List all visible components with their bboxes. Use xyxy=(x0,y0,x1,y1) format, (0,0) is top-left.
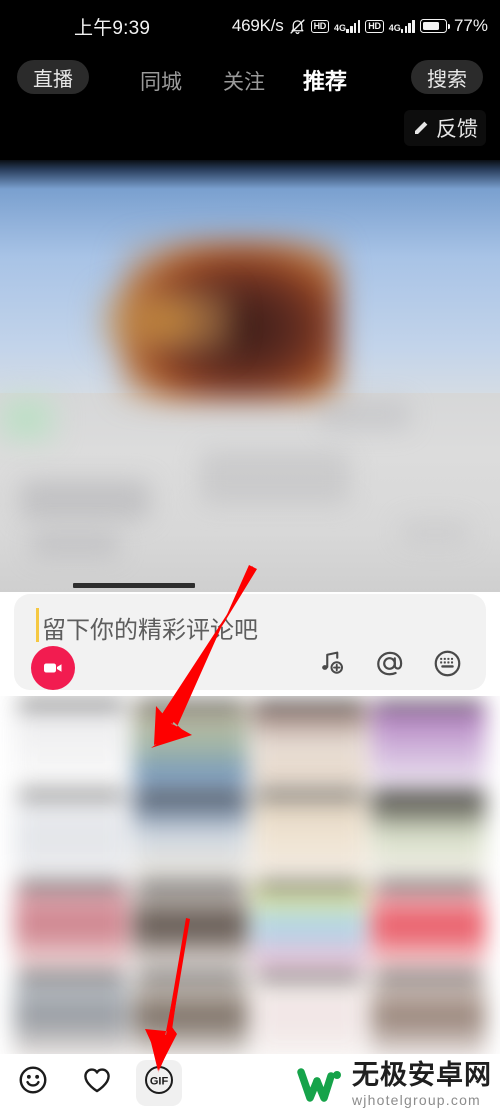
gif-cell[interactable] xyxy=(252,882,367,969)
nav-live-button[interactable]: 直播 xyxy=(17,60,89,94)
gif-cell[interactable] xyxy=(371,882,486,969)
video-blur-patch xyxy=(400,520,470,544)
video-comment-button[interactable] xyxy=(31,646,75,690)
phone-screen: 上午9:39 469K/s HD 4G HD 4G 77% 直播 同城 关注 推… xyxy=(0,0,500,1111)
top-navigation: 直播 同城 关注 推荐 搜索 xyxy=(0,52,500,102)
watermark-logo-icon xyxy=(296,1065,344,1105)
svg-text:GIF: GIF xyxy=(150,1076,169,1088)
hd-icon-1: HD xyxy=(310,19,329,33)
status-indicators: 469K/s HD 4G HD 4G 77% xyxy=(232,16,488,36)
gif-cell-band xyxy=(375,973,482,980)
heart-button[interactable] xyxy=(74,1060,120,1106)
signal-indicator-1: 4G xyxy=(334,19,361,33)
gif-cell[interactable] xyxy=(133,973,248,1054)
gif-cell-band xyxy=(18,973,125,980)
video-blur-patch xyxy=(30,530,120,558)
video-blur-patch xyxy=(320,400,410,430)
gif-grid-cells xyxy=(14,700,486,1054)
tab-tongcheng[interactable]: 同城 xyxy=(140,66,182,96)
gif-cell-band xyxy=(375,791,482,798)
gif-cell[interactable] xyxy=(14,882,129,969)
gif-cell-band xyxy=(137,973,244,980)
gif-cell[interactable] xyxy=(14,791,129,878)
emoji-icon xyxy=(17,1064,49,1101)
gif-cell-band xyxy=(256,973,363,980)
feedback-label: 反馈 xyxy=(436,118,478,141)
gif-cell-band xyxy=(256,791,363,798)
gif-cell[interactable] xyxy=(14,973,129,1054)
signal-indicator-2: 4G xyxy=(388,19,415,33)
gif-cell[interactable] xyxy=(133,700,248,787)
network-type-label-2: 4G xyxy=(388,22,401,33)
gif-cell[interactable] xyxy=(371,700,486,787)
watermark-en: wjhotelgroup.com xyxy=(352,1092,481,1108)
tab-tongcheng-label: 同城 xyxy=(140,71,182,94)
gif-picker-grid[interactable] xyxy=(0,696,500,1054)
gif-cell[interactable] xyxy=(133,882,248,969)
at-mention-icon[interactable] xyxy=(372,646,406,680)
gif-cell[interactable] xyxy=(252,700,367,787)
bell-muted-icon xyxy=(289,18,306,35)
gif-cell-band xyxy=(256,700,363,707)
gif-cell[interactable] xyxy=(252,791,367,878)
watermark-cn: 无极安卓网 xyxy=(352,1060,492,1090)
video-subject-highlight xyxy=(95,285,235,357)
gif-cell[interactable] xyxy=(252,973,367,1054)
gif-cell[interactable] xyxy=(371,791,486,878)
gif-cell-band xyxy=(137,882,244,889)
gif-cell-band xyxy=(18,700,125,707)
heart-icon xyxy=(81,1064,113,1101)
music-add-icon[interactable] xyxy=(314,646,348,680)
battery-percent: 77% xyxy=(453,16,488,35)
gif-button[interactable]: GIF xyxy=(136,1059,182,1106)
status-time: 上午9:39 xyxy=(74,17,151,39)
gif-cell-band xyxy=(137,791,244,798)
video-blur-patch xyxy=(20,480,150,520)
battery-icon xyxy=(419,19,450,33)
gif-cell[interactable] xyxy=(133,791,248,878)
watermark-text: 无极安卓网 wjhotelgroup.com xyxy=(352,1060,492,1108)
gif-cell[interactable] xyxy=(371,973,486,1054)
signal-bars-2 xyxy=(400,19,415,33)
comment-input-box[interactable]: 留下你的精彩评论吧 xyxy=(14,594,486,690)
feedback-button[interactable]: 反馈 xyxy=(404,110,486,146)
comment-input-panel: 留下你的精彩评论吧 xyxy=(0,592,500,696)
bottom-toolbar: GIF 无极安卓网 wjhotelgroup.com xyxy=(0,1054,500,1111)
gif-cell-band xyxy=(18,882,125,889)
tab-tuijian-label: 推荐 xyxy=(303,69,348,94)
hd-icon-2: HD xyxy=(365,19,384,33)
video-camera-icon xyxy=(44,663,62,673)
text-caret xyxy=(36,608,39,642)
tab-tuijian[interactable]: 推荐 xyxy=(303,64,347,96)
tab-guanzhu[interactable]: 关注 xyxy=(223,66,265,96)
video-green-blob xyxy=(0,390,62,448)
gif-cell-band xyxy=(137,700,244,707)
video-feed[interactable] xyxy=(0,160,500,592)
pencil-icon xyxy=(412,119,430,137)
signal-bars-1 xyxy=(346,19,361,33)
nav-search-button[interactable]: 搜索 xyxy=(411,60,483,94)
drag-handle[interactable] xyxy=(73,583,195,588)
gif-cell-band xyxy=(375,700,482,707)
gif-cell-band xyxy=(375,882,482,889)
comment-action-icons xyxy=(314,646,464,680)
video-blur-patch xyxy=(200,450,350,505)
site-watermark: 无极安卓网 wjhotelgroup.com xyxy=(296,1062,492,1107)
status-bar: 上午9:39 469K/s HD 4G HD 4G 77% xyxy=(0,0,500,52)
comment-placeholder: 留下你的精彩评论吧 xyxy=(42,617,258,644)
battery-fill xyxy=(422,21,440,31)
emoji-button[interactable] xyxy=(10,1060,56,1106)
network-type-label-1: 4G xyxy=(334,22,347,33)
keyboard-icon[interactable] xyxy=(430,646,464,680)
gif-cell-band xyxy=(256,882,363,889)
network-speed: 469K/s xyxy=(231,16,284,35)
tab-guanzhu-label: 关注 xyxy=(223,71,265,94)
gif-cell[interactable] xyxy=(14,700,129,787)
gif-icon: GIF xyxy=(141,1062,177,1103)
gif-cell-band xyxy=(18,791,125,798)
